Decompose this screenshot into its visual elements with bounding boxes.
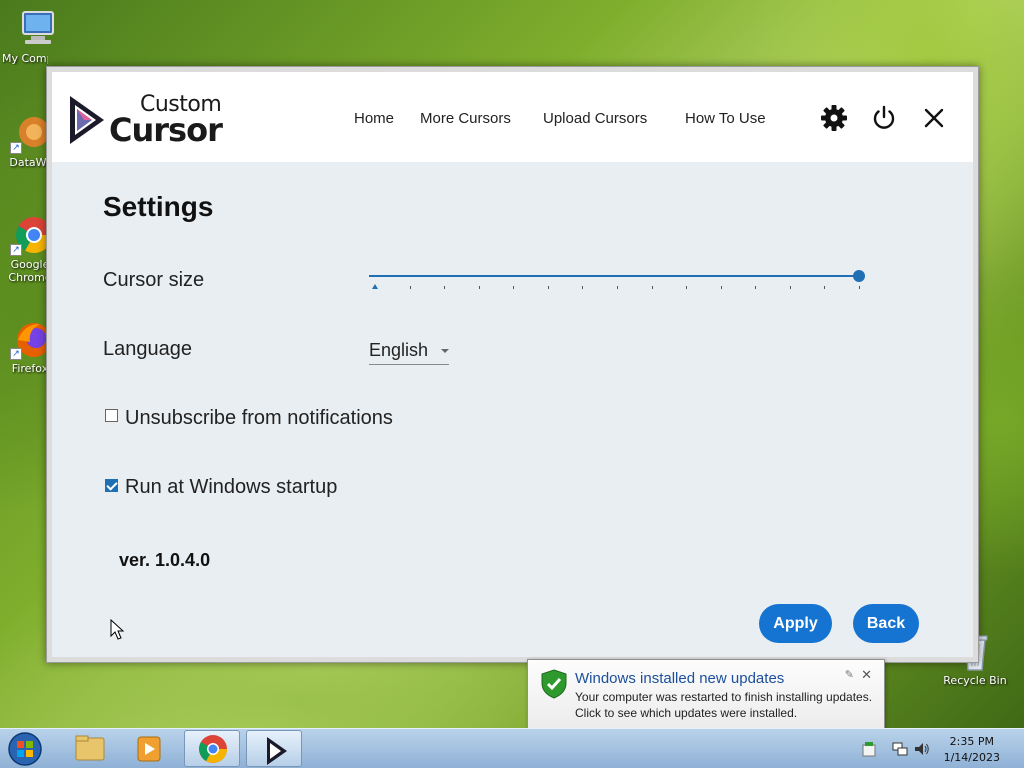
slider-tick [651, 286, 653, 289]
unsubscribe-checkbox[interactable] [105, 409, 118, 422]
window-content: Custom Cursor Home More Cursors Upload C… [52, 72, 973, 657]
windows-update-tray-icon[interactable] [862, 741, 876, 757]
cursor-logo-icon [70, 96, 104, 144]
nav-home[interactable]: Home [354, 110, 394, 127]
start-button[interactable] [5, 730, 45, 768]
app-header: Custom Cursor Home More Cursors Upload C… [52, 72, 973, 162]
nav-upload-cursors[interactable]: Upload Cursors [543, 110, 647, 127]
chevron-down-icon [441, 349, 449, 353]
taskbar-media-player[interactable] [122, 730, 178, 767]
taskbar-custom-cursor[interactable] [246, 730, 302, 767]
language-dropdown[interactable]: English [369, 338, 449, 365]
gear-icon[interactable] [820, 104, 848, 132]
clock-date: 1/14/2023 [943, 751, 1000, 764]
language-selected-value: English [369, 340, 429, 360]
cursor-size-slider[interactable] [369, 270, 865, 300]
desktop-icon-label: My Computer [2, 52, 48, 65]
notification-line-1: Your computer was restarted to finish in… [575, 690, 873, 704]
mouse-pointer-icon [110, 619, 125, 640]
page-title: Settings [103, 191, 214, 222]
taskbar-explorer[interactable] [62, 730, 118, 767]
shortcut-arrow-icon: ↗ [10, 142, 22, 154]
desktop-icon-label: Firefox [11, 362, 49, 375]
slider-tick [617, 286, 618, 289]
desktop-icon-my-computer[interactable]: My Computer [2, 8, 73, 65]
slider-tick [582, 286, 584, 289]
desktop-icon-label: Recycle Bin [943, 674, 1007, 687]
nav-more-cursors[interactable]: More Cursors [420, 110, 511, 127]
apply-button[interactable]: Apply [759, 604, 832, 643]
startup-label[interactable]: Run at Windows startup [125, 476, 337, 499]
slider-tick [513, 286, 515, 289]
cursor-logo-icon [267, 737, 287, 765]
pin-icon[interactable]: ✎ [845, 668, 854, 681]
network-icon[interactable] [892, 742, 908, 756]
app-logo: Custom Cursor [68, 92, 248, 149]
computer-icon [17, 8, 59, 50]
close-icon[interactable]: ✕ [861, 668, 872, 683]
slider-tick [409, 286, 411, 289]
cursor-size-label: Cursor size [103, 269, 205, 291]
back-button[interactable]: Back [853, 604, 919, 643]
slider-first-tick [372, 284, 378, 289]
language-label: Language [103, 338, 192, 360]
shield-check-icon [541, 669, 567, 699]
media-player-icon [137, 736, 161, 762]
shortcut-arrow-icon: ↗ [10, 244, 22, 256]
system-clock[interactable]: 2:35 PM 1/14/2023 [944, 734, 1000, 766]
slider-tick [720, 286, 722, 289]
volume-icon[interactable] [914, 742, 930, 756]
slider-tick [789, 286, 791, 289]
custom-cursor-window: Custom Cursor Home More Cursors Upload C… [46, 66, 979, 663]
chrome-icon [199, 735, 227, 763]
slider-tick [686, 286, 688, 289]
slider-tick [755, 286, 757, 289]
clock-time: 2:35 PM [949, 735, 994, 748]
startup-checkbox[interactable] [105, 479, 118, 492]
version-text: ver. 1.0.4.0 [119, 550, 211, 570]
folder-icon [75, 735, 105, 761]
slider-tick [444, 286, 446, 289]
notification-line-2: Click to see which updates were installe… [575, 706, 798, 720]
unsubscribe-label[interactable]: Unsubscribe from notifications [125, 407, 393, 430]
nav-how-to-use[interactable]: How To Use [685, 110, 766, 127]
update-notification[interactable]: Windows installed new updates ✎ ✕ Your c… [527, 659, 885, 729]
slider-track [369, 275, 859, 277]
slider-tick [824, 286, 826, 289]
taskbar-chrome[interactable] [184, 730, 240, 767]
slider-tick [547, 286, 549, 289]
shortcut-arrow-icon: ↗ [10, 348, 22, 360]
taskbar: 2:35 PM 1/14/2023 [0, 728, 1024, 768]
logo-text-bottom: Cursor [109, 111, 223, 149]
slider-tick [478, 286, 480, 289]
slider-thumb[interactable] [853, 270, 865, 282]
power-icon[interactable] [870, 104, 898, 132]
slider-tick [859, 286, 860, 289]
notification-title: Windows installed new updates [575, 670, 785, 687]
close-icon[interactable] [920, 104, 948, 132]
